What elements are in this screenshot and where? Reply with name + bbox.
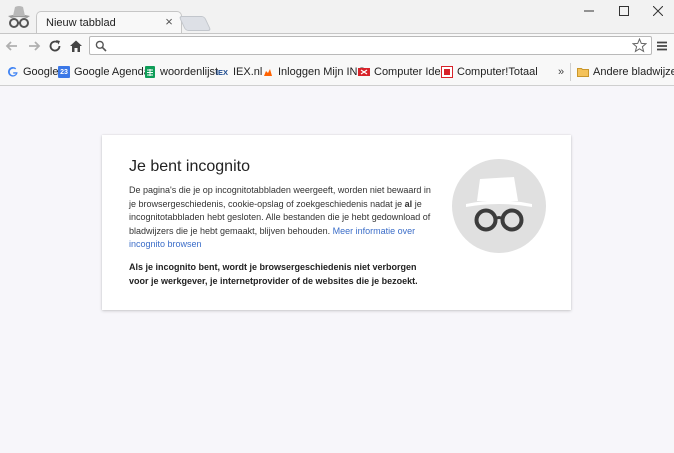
calendar-icon: 23 bbox=[58, 66, 70, 78]
minimize-icon bbox=[584, 10, 594, 12]
bookmarks-divider bbox=[570, 63, 571, 81]
google-icon bbox=[7, 66, 19, 78]
incognito-spy-icon bbox=[452, 159, 546, 253]
reload-icon bbox=[49, 40, 61, 52]
ing-lion-icon bbox=[262, 66, 274, 78]
bookmark-iex[interactable]: IEX IEX.nl bbox=[215, 65, 262, 79]
close-icon[interactable]: × bbox=[163, 15, 175, 28]
incognito-page: Je bent incognito De pagina's die je op … bbox=[0, 87, 674, 453]
incognito-logo-icon bbox=[8, 6, 30, 28]
bookmark-label: Google bbox=[23, 66, 59, 78]
bookmarks-bar: Google 23 Google Agenda woordenlijst IEX… bbox=[0, 57, 674, 86]
maximize-button[interactable] bbox=[607, 0, 641, 22]
hamburger-menu-icon bbox=[657, 41, 667, 51]
back-button[interactable] bbox=[3, 37, 21, 55]
address-input[interactable] bbox=[110, 38, 630, 53]
description-text-start: De pagina's die je op incognitotabbladen… bbox=[129, 185, 431, 209]
incognito-description: De pagina's die je op incognitotabbladen… bbox=[129, 184, 434, 252]
title-bar: Nieuw tabblad × bbox=[0, 0, 674, 33]
bookmark-label: woordenlijst bbox=[160, 66, 219, 78]
iex-icon: IEX bbox=[215, 66, 229, 78]
window-close-icon bbox=[653, 6, 663, 16]
maximize-icon bbox=[619, 6, 629, 16]
bookmark-computer-idee[interactable]: Computer Idee bbox=[358, 65, 447, 79]
new-tab-button[interactable] bbox=[178, 16, 212, 31]
bookmark-label: Inloggen Mijn ING bbox=[278, 66, 367, 78]
toolbar bbox=[0, 33, 674, 57]
calendar-badge: 23 bbox=[60, 68, 68, 76]
bookmark-label: Google Agenda bbox=[74, 66, 150, 78]
tab-new-tab[interactable]: Nieuw tabblad × bbox=[36, 11, 182, 33]
reload-button[interactable] bbox=[46, 37, 64, 55]
menu-button[interactable] bbox=[653, 37, 671, 55]
computer-totaal-icon bbox=[441, 66, 453, 78]
address-bar[interactable] bbox=[89, 36, 652, 55]
minimize-button[interactable] bbox=[572, 0, 606, 22]
page-title: Je bent incognito bbox=[129, 158, 250, 175]
star-icon[interactable] bbox=[632, 38, 647, 53]
bookmark-label: Computer!Totaal bbox=[457, 66, 538, 78]
tab-title: Nieuw tabblad bbox=[46, 17, 116, 29]
sheet-icon bbox=[144, 66, 156, 78]
bookmarks-overflow-button[interactable]: » bbox=[558, 66, 564, 78]
iex-badge: IEX bbox=[215, 67, 229, 77]
forward-button[interactable] bbox=[25, 37, 43, 55]
bookmark-google-agenda[interactable]: 23 Google Agenda bbox=[58, 65, 150, 79]
bookmark-label: IEX.nl bbox=[233, 66, 263, 78]
window-close-button[interactable] bbox=[641, 0, 674, 22]
arrow-left-icon bbox=[5, 41, 17, 51]
folder-icon bbox=[577, 66, 589, 78]
incognito-warning: Als je incognito bent, wordt je browserg… bbox=[129, 262, 418, 286]
bookmark-label: Computer Idee bbox=[374, 66, 447, 78]
computer-idee-icon bbox=[358, 66, 370, 78]
bookmark-ing[interactable]: Inloggen Mijn ING bbox=[262, 65, 366, 79]
other-bookmarks-folder[interactable]: Andere bladwijzers bbox=[577, 65, 674, 79]
bookmark-woordenlijst[interactable]: woordenlijst bbox=[144, 65, 218, 79]
search-icon bbox=[95, 40, 107, 52]
home-icon bbox=[70, 40, 82, 52]
bookmark-google[interactable]: Google bbox=[7, 65, 58, 79]
other-bookmarks-label: Andere bladwijzers bbox=[593, 66, 674, 78]
home-button[interactable] bbox=[67, 37, 85, 55]
bookmark-computer-totaal[interactable]: Computer!Totaal bbox=[441, 65, 538, 79]
arrow-right-icon bbox=[29, 41, 41, 51]
incognito-card: Je bent incognito De pagina's die je op … bbox=[102, 135, 571, 310]
